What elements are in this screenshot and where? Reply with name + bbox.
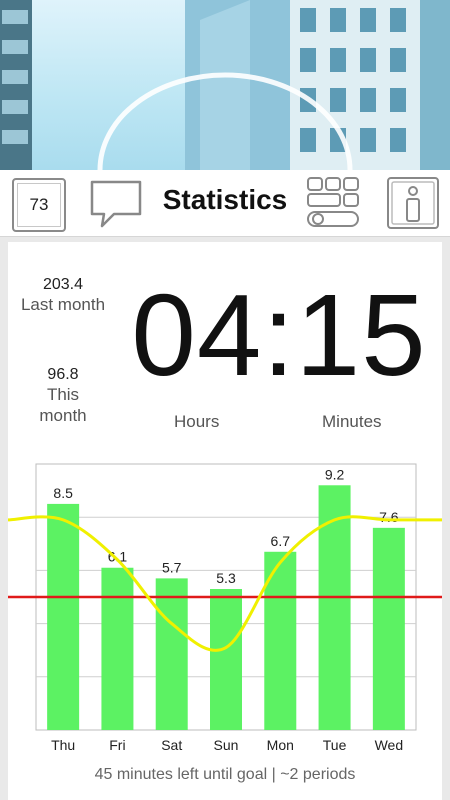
widgets-button[interactable] [306,176,362,232]
comment-button[interactable] [88,176,144,232]
speech-bubble-icon [90,180,142,228]
data-label-fri: 6.1 [108,549,128,565]
x-tick-label: Wed [375,737,404,753]
timer-display: 04:15 [131,270,427,400]
data-label-sun: 5.3 [216,570,236,586]
bar-sat [155,578,188,730]
toolbar: 73 Statistics [0,170,450,237]
data-label-sat: 5.7 [162,559,182,575]
day-number: 73 [29,195,49,214]
bar-fri [101,567,134,730]
dashboard-widgets-icon [307,177,359,227]
weekly-chart: 8.5 Thu 6.1 Fri 5.7 Sat 5.3 Sun 6.7 Mon 9.2 Tue 7.6 W… [7,452,442,762]
hours-label: Hours [174,412,220,431]
day-number-button[interactable]: 73 [12,178,66,232]
info-icon [387,177,439,229]
data-label-thu: 8.5 [53,485,73,501]
this-month-value: 96.8 [47,366,79,383]
data-label-mon: 6.7 [271,533,291,549]
x-tick-label: Fri [109,737,125,753]
bar-sun [210,589,242,730]
bar-wed [372,527,405,730]
last-month-value: 203.4 [42,276,84,293]
x-tick-label: Mon [267,737,294,753]
data-label-wed: 7.6 [379,509,399,525]
bar-thu [47,503,80,730]
page-title: Statistics [162,184,288,215]
weekly-bar-chart: 8.5 Thu 6.1 Fri 5.7 Sat 5.3 Sun 6.7 Mon 9.2 Tue 7.6 W… [7,463,442,753]
goal-status-text: 45 minutes left until goal | ~2 periods [94,766,356,783]
x-tick-label: Thu [51,737,75,753]
minutes-label: Minutes [322,412,382,431]
x-tick-label: Tue [323,737,347,753]
x-tick-label: Sat [161,737,182,753]
data-label-tue: 9.2 [325,466,345,482]
header-banner [0,0,450,170]
x-tick-label: Sun [214,737,239,753]
last-month-stat: 203.4 Last month [8,276,118,315]
this-month-label: This month [39,385,87,425]
last-month-label: Last month [20,295,106,314]
this-month-stat: 96.8 This month [30,366,96,426]
city-skyline-image [0,0,450,170]
statistics-card: 203.4 Last month 96.8 This month 04:15 H… [7,242,442,800]
bar-tue [318,485,351,730]
info-button[interactable] [386,176,440,232]
